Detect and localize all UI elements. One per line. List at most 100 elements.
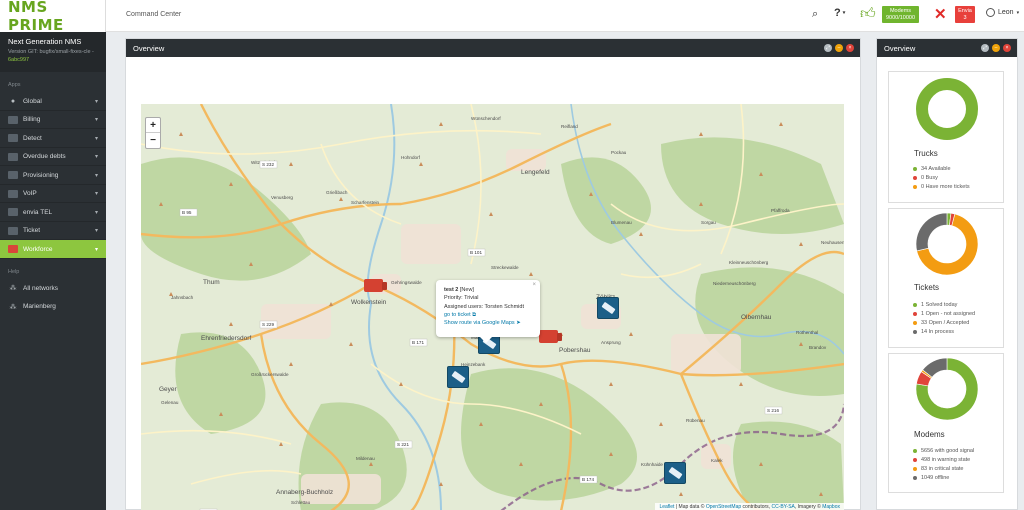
modems-badge[interactable]: Modems 9000/10000 bbox=[882, 6, 919, 23]
error-icon[interactable]: ✕ bbox=[934, 5, 947, 23]
ticket-marker[interactable] bbox=[664, 462, 686, 484]
sidebar-item-ticket[interactable]: Ticket ▾ bbox=[0, 222, 106, 241]
osm-link[interactable]: OpenStreetMap bbox=[706, 504, 741, 510]
donut-slice bbox=[915, 212, 948, 252]
sidebar-item-detect[interactable]: Detect ▾ bbox=[0, 129, 106, 148]
legend-dot-icon bbox=[913, 321, 917, 325]
close-icon[interactable]: × bbox=[1003, 44, 1011, 52]
place-label: Venusberg bbox=[271, 195, 293, 200]
provisioning-icon bbox=[8, 171, 18, 180]
truck-marker[interactable] bbox=[364, 279, 387, 292]
legend-label: 5656 with good signal bbox=[921, 448, 975, 454]
sidebar-item-global[interactable]: ● Global ▾ bbox=[0, 92, 106, 111]
sidebar-item-label: Ticket bbox=[23, 227, 41, 235]
popup-priority: Priority: Trivial bbox=[444, 295, 479, 302]
legend-label: 34 Available bbox=[921, 166, 951, 172]
sidebar-item-all-networks[interactable]: ⁂ All networks bbox=[0, 279, 106, 298]
sidebar-section-help: Help bbox=[8, 268, 20, 275]
modems-legend: 5656 with good signal 498 in warning stat… bbox=[889, 448, 974, 484]
close-icon[interactable]: × bbox=[846, 44, 854, 52]
popup-close-icon[interactable]: × bbox=[532, 281, 536, 290]
road-label: B 174 bbox=[582, 477, 594, 482]
legend-dot-icon bbox=[913, 458, 917, 462]
trucks-card: Trucks 34 Available 0 Busy 0 Have more tic… bbox=[888, 71, 1004, 203]
legend-label: 33 Open / Accepted bbox=[921, 320, 970, 326]
ticket-marker[interactable] bbox=[597, 297, 619, 319]
truck-marker[interactable] bbox=[539, 330, 562, 343]
globe-icon: ● bbox=[10, 97, 16, 105]
attribution-text: contributors, bbox=[741, 504, 772, 510]
sidebar-item-label: envia TEL bbox=[23, 208, 53, 216]
legend-label: 1 Open - not assigned bbox=[921, 311, 976, 317]
sidebar-item-envia-tel[interactable]: envia TEL ▾ bbox=[0, 203, 106, 222]
legend-dot-icon bbox=[913, 330, 917, 334]
logo-text: NMS PRIME bbox=[8, 0, 64, 34]
legend-dot-icon bbox=[913, 476, 917, 480]
user-icon bbox=[986, 8, 995, 17]
place-label: Ehrenfriedersdorf bbox=[201, 335, 251, 342]
place-label: Hohndorf bbox=[401, 155, 421, 160]
place-label: Pobershau bbox=[559, 347, 591, 354]
place-label: Wolkenstein bbox=[351, 299, 387, 306]
thumbs-up-icon[interactable]: 👍︎ bbox=[860, 5, 876, 23]
sidebar-item-marienberg[interactable]: ⁂ Marienberg bbox=[0, 297, 106, 316]
sidebar-item-billing[interactable]: Billing ▾ bbox=[0, 111, 106, 130]
expand-icon[interactable]: ⤢ bbox=[824, 44, 832, 52]
place-label: Sorgau bbox=[701, 220, 716, 225]
sidebar-item-label: Workforce bbox=[23, 245, 53, 253]
envia-icon bbox=[8, 208, 18, 217]
sidebar-item-voip[interactable]: VoIP ▾ bbox=[0, 185, 106, 204]
place-label: Schlettau bbox=[291, 500, 311, 505]
place-label: Mildenau bbox=[356, 456, 375, 461]
version-branch: Version GIT: bugfix/small-fixes-cle - bbox=[8, 49, 94, 55]
help-icon[interactable]: ? ▾ bbox=[834, 7, 845, 19]
license-link[interactable]: CC-BY-SA bbox=[771, 504, 794, 510]
page-title: Command Center bbox=[126, 11, 182, 18]
search-icon[interactable]: ⌕ bbox=[812, 8, 818, 21]
place-label: Streckewalde bbox=[491, 265, 519, 270]
overview-panel-title: Overview bbox=[884, 43, 916, 53]
modems-badge-label: Modems bbox=[889, 8, 912, 14]
place-label: Thum bbox=[203, 279, 220, 286]
mapbox-link[interactable]: Mapbox bbox=[822, 504, 840, 510]
zoom-in-button[interactable]: + bbox=[146, 118, 160, 133]
workforce-icon bbox=[8, 245, 18, 254]
map-view[interactable]: Lengefeld Wolkenstein Ehrenfriedersdorf Thu… bbox=[141, 104, 844, 510]
chevron-down-icon: ▾ bbox=[94, 117, 98, 124]
sidebar-item-workforce[interactable]: Workforce ▾ bbox=[0, 240, 106, 259]
envia-badge[interactable]: Envia 3 bbox=[955, 6, 975, 23]
tickets-card: Tickets 1 Solved today 1 Open - not assig… bbox=[888, 208, 1004, 348]
network-icon: ⁂ bbox=[9, 285, 17, 293]
expand-icon[interactable]: ⤢ bbox=[981, 44, 989, 52]
legend-item: 0 Have more tickets bbox=[913, 184, 970, 190]
road-label: B 101 bbox=[470, 250, 482, 255]
overview-panel: Overview ⤢ – × Trucks 34 Available 0 Busy… bbox=[876, 38, 1018, 510]
chevron-down-icon: ▾ bbox=[1016, 9, 1020, 16]
chevron-down-icon: ▾ bbox=[842, 10, 846, 16]
ticket-marker[interactable] bbox=[447, 366, 469, 388]
zoom-out-button[interactable]: − bbox=[146, 133, 160, 148]
leaflet-link[interactable]: Leaflet bbox=[659, 504, 674, 510]
tickets-donut-chart bbox=[915, 212, 979, 276]
external-link-icon: ⧉ bbox=[472, 311, 477, 318]
user-menu[interactable]: Leon ▾ bbox=[986, 8, 1019, 17]
sidebar-item-label: All networks bbox=[23, 284, 59, 292]
place-label: Großrückerswalde bbox=[251, 372, 289, 377]
legend-label: 498 in warning state bbox=[921, 457, 971, 463]
place-label: Scharfenstein bbox=[351, 200, 380, 205]
sidebar-item-overdue-debts[interactable]: Overdue debts ▾ bbox=[0, 148, 106, 167]
place-label: Gehringswalde bbox=[391, 280, 422, 285]
legend-item: 1 Open - not assigned bbox=[913, 311, 975, 317]
collapse-icon[interactable]: – bbox=[992, 44, 1000, 52]
go-to-ticket-link[interactable]: go to ticket bbox=[444, 312, 471, 318]
place-label: Brandov bbox=[809, 345, 827, 350]
trucks-donut-chart bbox=[916, 78, 978, 140]
show-route-link[interactable]: Show route via Google Maps bbox=[444, 320, 515, 326]
logo[interactable]: NMS PRIME bbox=[0, 0, 106, 34]
tickets-title: Tickets bbox=[914, 283, 940, 292]
collapse-icon[interactable]: – bbox=[835, 44, 843, 52]
sidebar-item-label: Marienberg bbox=[23, 303, 56, 311]
modems-badge-value: 9000/10000 bbox=[885, 14, 916, 21]
road-label: S 232 bbox=[262, 162, 274, 167]
sidebar-item-provisioning[interactable]: Provisioning ▾ bbox=[0, 166, 106, 185]
